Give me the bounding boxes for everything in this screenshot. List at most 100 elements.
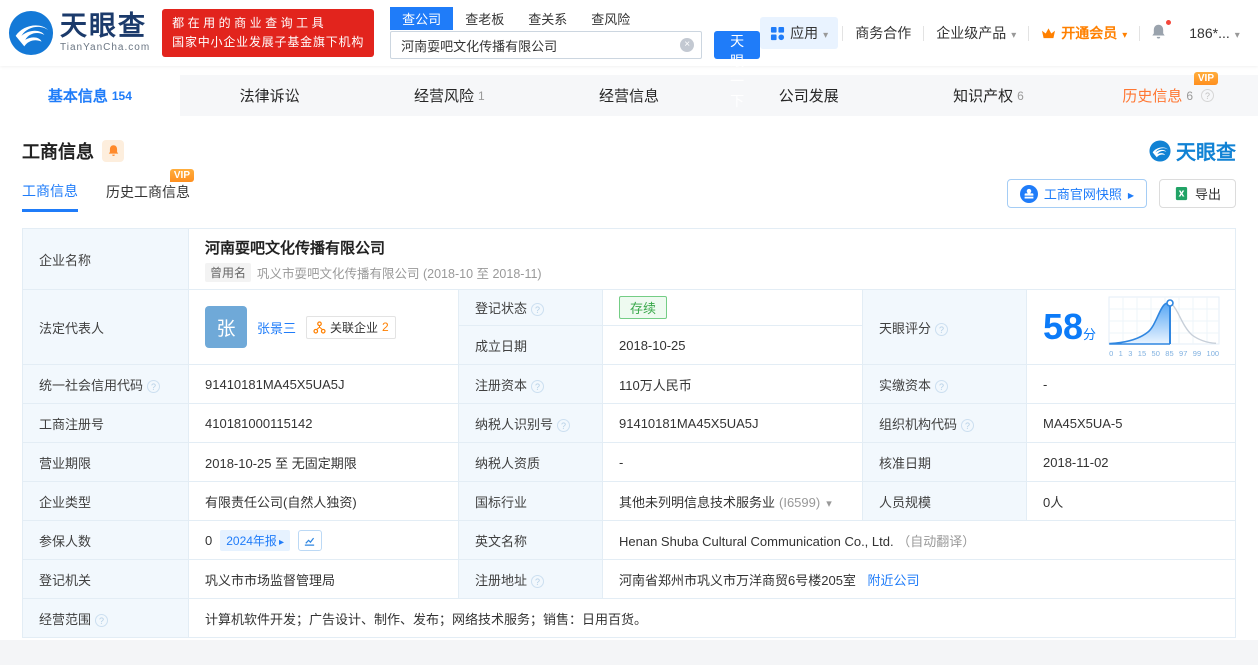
brand-name: 天眼查 (60, 11, 147, 41)
approval-date-label: 核准日期 (862, 442, 1027, 482)
search-input[interactable] (390, 31, 703, 59)
notifications-bell[interactable] (1140, 19, 1177, 43)
approval-date-value: 2018-11-02 (1026, 442, 1236, 482)
legal-rep-link[interactable]: 张景三 (257, 318, 296, 337)
search-block: 查公司 查老板 查关系 查风险 天眼一下 (390, 6, 761, 109)
score-value: 58 (1043, 306, 1084, 347)
reg-status-cell: 存续 (602, 289, 863, 326)
help-icon[interactable] (531, 303, 545, 316)
menu-apps-label: 应用 (790, 25, 819, 41)
vip-badge: VIP (169, 169, 194, 182)
search-button[interactable]: 天眼一下 (714, 31, 761, 109)
taxpayer-id-label: 纳税人识别号 (458, 403, 603, 443)
tab-label: 法律诉讼 (239, 88, 300, 105)
trend-chart-button[interactable] (297, 529, 322, 551)
menu-user-account[interactable]: 186*... (1177, 25, 1252, 41)
export-button[interactable]: 导出 (1158, 179, 1236, 208)
brand-domain: TianYanCha.com (60, 42, 151, 53)
official-snapshot-button[interactable]: 工商官网快照 (1006, 179, 1147, 208)
taxpayer-quality-value: - (602, 442, 863, 482)
subtab-business-info[interactable]: 工商信息 (22, 181, 78, 212)
label-text: 天眼评分 (879, 320, 932, 336)
help-icon[interactable] (961, 418, 975, 432)
tab-history-info[interactable]: VIP 历史信息 6 (1078, 72, 1258, 116)
help-icon[interactable] (147, 379, 161, 393)
english-name-cell: Henan Shuba Cultural Communication Co., … (602, 520, 1236, 560)
menu-enterprise-products[interactable]: 企业级产品 (924, 23, 1028, 43)
former-name-value: 巩义市耍吧文化传播有限公司 (2018-10 至 2018-11) (257, 266, 542, 281)
menu-open-vip[interactable]: 开通会员 (1029, 23, 1139, 43)
reg-number-label: 工商注册号 (22, 403, 189, 443)
org-chart-icon (313, 320, 326, 334)
tab-operation-risk[interactable]: 经营风险 1 (359, 75, 539, 116)
related-companies-badge[interactable]: 关联企业 2 (306, 315, 396, 339)
header-menu: 应用 商务合作 企业级产品 开通会员 (760, 17, 1252, 49)
business-term-value: 2018-10-25 至 无固定期限 (188, 442, 459, 482)
tab-legal-litigation[interactable]: 法律诉讼 (180, 75, 360, 116)
score-marker (1166, 299, 1174, 307)
logo-swirl-icon (1149, 139, 1171, 162)
score-cell: 58分 0 1 3 15 50 85 97 99 100 (1026, 289, 1236, 365)
tab-count: 154 (111, 88, 132, 103)
reg-capital-value: 110万人民币 (602, 364, 863, 404)
chevron-down-icon (1122, 25, 1127, 41)
industry-value: 其他未列明信息技术服务业 (619, 494, 776, 510)
business-term-label: 营业期限 (22, 442, 189, 482)
tab-intellectual-property[interactable]: 知识产权 6 (899, 75, 1079, 116)
menu-apps[interactable]: 应用 (760, 17, 839, 49)
chevron-down-icon (1235, 25, 1240, 41)
help-icon[interactable] (531, 574, 545, 588)
bell-icon (1152, 24, 1165, 39)
reg-authority-value: 巩义市市场监督管理局 (188, 559, 459, 599)
tianyancha-watermark: 天眼查 (1149, 136, 1236, 165)
tab-count: 1 (477, 88, 485, 103)
business-scope-label: 经营范围 (22, 598, 189, 638)
company-name-cell: 河南耍吧文化传播有限公司 曾用名 巩义市耍吧文化传播有限公司 (2018-10 … (188, 228, 1236, 290)
staff-size-label: 人员规模 (862, 481, 1027, 521)
tab-operation-info[interactable]: 经营信息 (539, 75, 719, 116)
avatar[interactable]: 张 (205, 306, 247, 348)
table-row: 法定代表人 张 张景三 关联企业 2 登记状态? 存续 天眼评分? 58分 0 … (22, 289, 1236, 365)
subtab-history-business-info[interactable]: VIP 历史工商信息 (106, 169, 194, 212)
industry-code: (I6599) (779, 494, 821, 510)
search-tab-risk[interactable]: 查风险 (579, 7, 642, 30)
tab-company-development[interactable]: 公司发展 (719, 75, 899, 116)
english-name-value: Henan Shuba Cultural Communication Co., … (619, 533, 894, 549)
staff-size-value: 0人 (1026, 481, 1236, 521)
slogan-line1: 都在用的商业查询工具 (172, 16, 328, 31)
search-tab-boss[interactable]: 查老板 (453, 7, 516, 30)
help-icon[interactable] (95, 613, 109, 627)
status-badge: 存续 (619, 296, 668, 319)
page: 天眼查 TianYanCha.com 都在用的商业查询工具 国家中小企业发展子基… (0, 0, 1258, 640)
search-tab-relation[interactable]: 查关系 (516, 7, 579, 30)
help-icon[interactable] (557, 418, 571, 432)
snapshot-label: 工商官网快照 (1043, 187, 1122, 202)
legal-rep-cell: 张 张景三 关联企业 2 (188, 289, 459, 365)
annual-report-badge[interactable]: 2024年报 (220, 529, 290, 551)
tianyancha-logo[interactable]: 天眼查 TianYanCha.com (8, 10, 150, 56)
table-row: 登记机关 巩义市市场监督管理局 注册地址 河南省郑州市巩义市万洋商贸6号楼205… (22, 559, 1236, 599)
insured-value: 0 (205, 532, 213, 548)
score-unit: 分 (1083, 327, 1097, 342)
nearby-companies-link[interactable]: 附近公司 (868, 573, 920, 588)
menu-business-cooperation[interactable]: 商务合作 (843, 23, 923, 43)
chevron-down-icon[interactable] (820, 495, 832, 510)
page-bottom-strip (0, 640, 1258, 665)
industry-label: 国标行业 (458, 481, 603, 521)
help-icon[interactable] (1201, 89, 1215, 102)
industry-cell[interactable]: 其他未列明信息技术服务业 (I6599) (602, 481, 863, 521)
score-label: 天眼评分 (862, 289, 1027, 365)
search-tab-company[interactable]: 查公司 (390, 6, 454, 30)
help-icon[interactable] (531, 379, 545, 393)
monitor-bell-button[interactable] (102, 139, 124, 162)
label-text: 登记状态 (475, 301, 528, 316)
help-icon[interactable] (935, 322, 949, 336)
slogan-line2: 国家中小企业发展子基金旗下机构 (172, 35, 365, 49)
mini-chart-icon (305, 537, 315, 546)
chart-x-axis: 01 3 15 50 85 97 99 100 (1109, 349, 1220, 358)
paid-capital-value: - (1026, 364, 1236, 404)
tab-basic-info[interactable]: 基本信息 154 (0, 75, 180, 116)
company-type-value: 有限责任公司(自然人独资) (188, 481, 459, 521)
menu-enterprise-label: 企业级产品 (936, 25, 1007, 41)
help-icon[interactable] (935, 379, 949, 393)
